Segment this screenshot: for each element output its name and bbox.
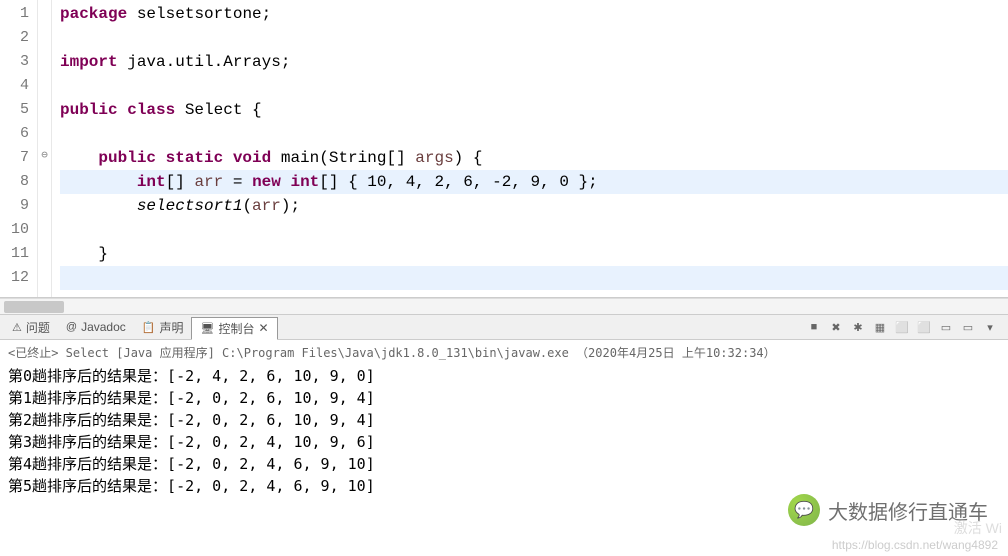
fold-marker[interactable]: ⊖ (38, 144, 51, 168)
tab-label: 声明 (159, 319, 183, 336)
line-number: 2 (4, 26, 29, 50)
scrollbar-thumb[interactable] (4, 301, 64, 313)
code-line[interactable] (60, 266, 1008, 290)
fold-marker (38, 216, 51, 240)
code-line[interactable]: selectsort1(arr); (60, 194, 1008, 218)
console-process-title: <已终止> Select [Java 应用程序] C:\Program File… (8, 344, 1000, 365)
code-line[interactable]: import java.util.Arrays; (60, 50, 1008, 74)
tab-icon: @ (66, 321, 77, 333)
open-console-icon[interactable]: ▭ (938, 319, 954, 335)
line-number: 1 (4, 2, 29, 26)
tab-icon: ⚠ (12, 321, 22, 334)
code-line[interactable]: } (60, 242, 1008, 266)
tab-label: 问题 (26, 319, 50, 336)
code-line[interactable]: public class Select { (60, 98, 1008, 122)
tab-Javadoc[interactable]: @ Javadoc (58, 316, 134, 339)
line-number: 12 (4, 266, 29, 290)
code-line[interactable]: public static void main(String[] args) { (60, 146, 1008, 170)
fold-marker (38, 96, 51, 120)
remove-launch-icon[interactable]: ■ (806, 319, 822, 335)
line-number: 5 (4, 98, 29, 122)
min-icon[interactable]: ▭ (960, 319, 976, 335)
fold-marker (38, 168, 51, 192)
windows-activate-hint: 激活 Wi (954, 518, 1002, 538)
fold-marker (38, 0, 51, 24)
close-icon[interactable]: ✕ (258, 321, 268, 335)
fold-marker (38, 24, 51, 48)
line-number: 6 (4, 122, 29, 146)
tab-声明[interactable]: 📋声明 (134, 316, 192, 339)
code-line[interactable] (60, 218, 1008, 242)
tab-问题[interactable]: ⚠ 问题 (4, 316, 58, 339)
fold-marker (38, 120, 51, 144)
wechat-icon: 💬 (788, 494, 820, 526)
console-toolbar: ■ ✖ ✱ ▦ ⬜ ⬜ ▭ ▭ ▾ (806, 319, 1004, 335)
tab-icon: 📋 (142, 321, 156, 334)
line-number: 7 (4, 146, 29, 170)
code-line[interactable] (60, 26, 1008, 50)
code-line[interactable] (60, 74, 1008, 98)
display-icon[interactable]: ▦ (872, 319, 888, 335)
bottom-panel-tabs: ⚠ 问题 @ Javadoc 📋声明 🖥 控制台 ✕ ■ ✖ ✱ ▦ ⬜ ⬜ ▭ ▭ ▾ (0, 314, 1008, 340)
console-output-line: 第2趟排序后的结果是：[-2, 0, 2, 6, 10, 9, 4] (8, 409, 1000, 431)
scroll-lock-icon[interactable]: ⬜ (894, 319, 910, 335)
line-number-gutter: 123456789101112 (0, 0, 38, 297)
console-panel: <已终止> Select [Java 应用程序] C:\Program File… (0, 340, 1008, 501)
pin-icon[interactable]: ✱ (850, 319, 866, 335)
clear-icon[interactable]: ⬜ (916, 319, 932, 335)
code-editor[interactable]: 123456789101112 ⊖ package selsetsortone;… (0, 0, 1008, 298)
fold-marker (38, 240, 51, 264)
console-output-line: 第1趟排序后的结果是：[-2, 0, 2, 6, 10, 9, 4] (8, 387, 1000, 409)
tab-label: 控制台 (218, 320, 254, 337)
code-line[interactable] (60, 122, 1008, 146)
tab-label: Javadoc (81, 320, 126, 334)
code-line[interactable]: package selsetsortone; (60, 2, 1008, 26)
remove-all-icon[interactable]: ✖ (828, 319, 844, 335)
fold-gutter: ⊖ (38, 0, 52, 297)
horizontal-scrollbar[interactable] (0, 298, 1008, 314)
fold-marker (38, 72, 51, 96)
fold-marker (38, 264, 51, 288)
line-number: 8 (4, 170, 29, 194)
menu-icon[interactable]: ▾ (982, 319, 998, 335)
line-number: 10 (4, 218, 29, 242)
tab-icon: 🖥 (200, 322, 214, 335)
fold-marker (38, 192, 51, 216)
watermark-url: https://blog.csdn.net/wang4892 (832, 538, 998, 552)
line-number: 11 (4, 242, 29, 266)
line-number: 3 (4, 50, 29, 74)
tab-控制台[interactable]: 🖥 控制台 ✕ (191, 317, 277, 340)
code-content[interactable]: package selsetsortone; import java.util.A… (52, 0, 1008, 297)
console-output-line: 第4趟排序后的结果是：[-2, 0, 2, 4, 6, 9, 10] (8, 453, 1000, 475)
code-line[interactable]: int[] arr = new int[] { 10, 4, 2, 6, -2,… (60, 170, 1008, 194)
line-number: 9 (4, 194, 29, 218)
fold-marker (38, 48, 51, 72)
line-number: 4 (4, 74, 29, 98)
console-output-line: 第0趟排序后的结果是：[-2, 4, 2, 6, 10, 9, 0] (8, 365, 1000, 387)
console-output-line: 第3趟排序后的结果是：[-2, 0, 2, 4, 10, 9, 6] (8, 431, 1000, 453)
